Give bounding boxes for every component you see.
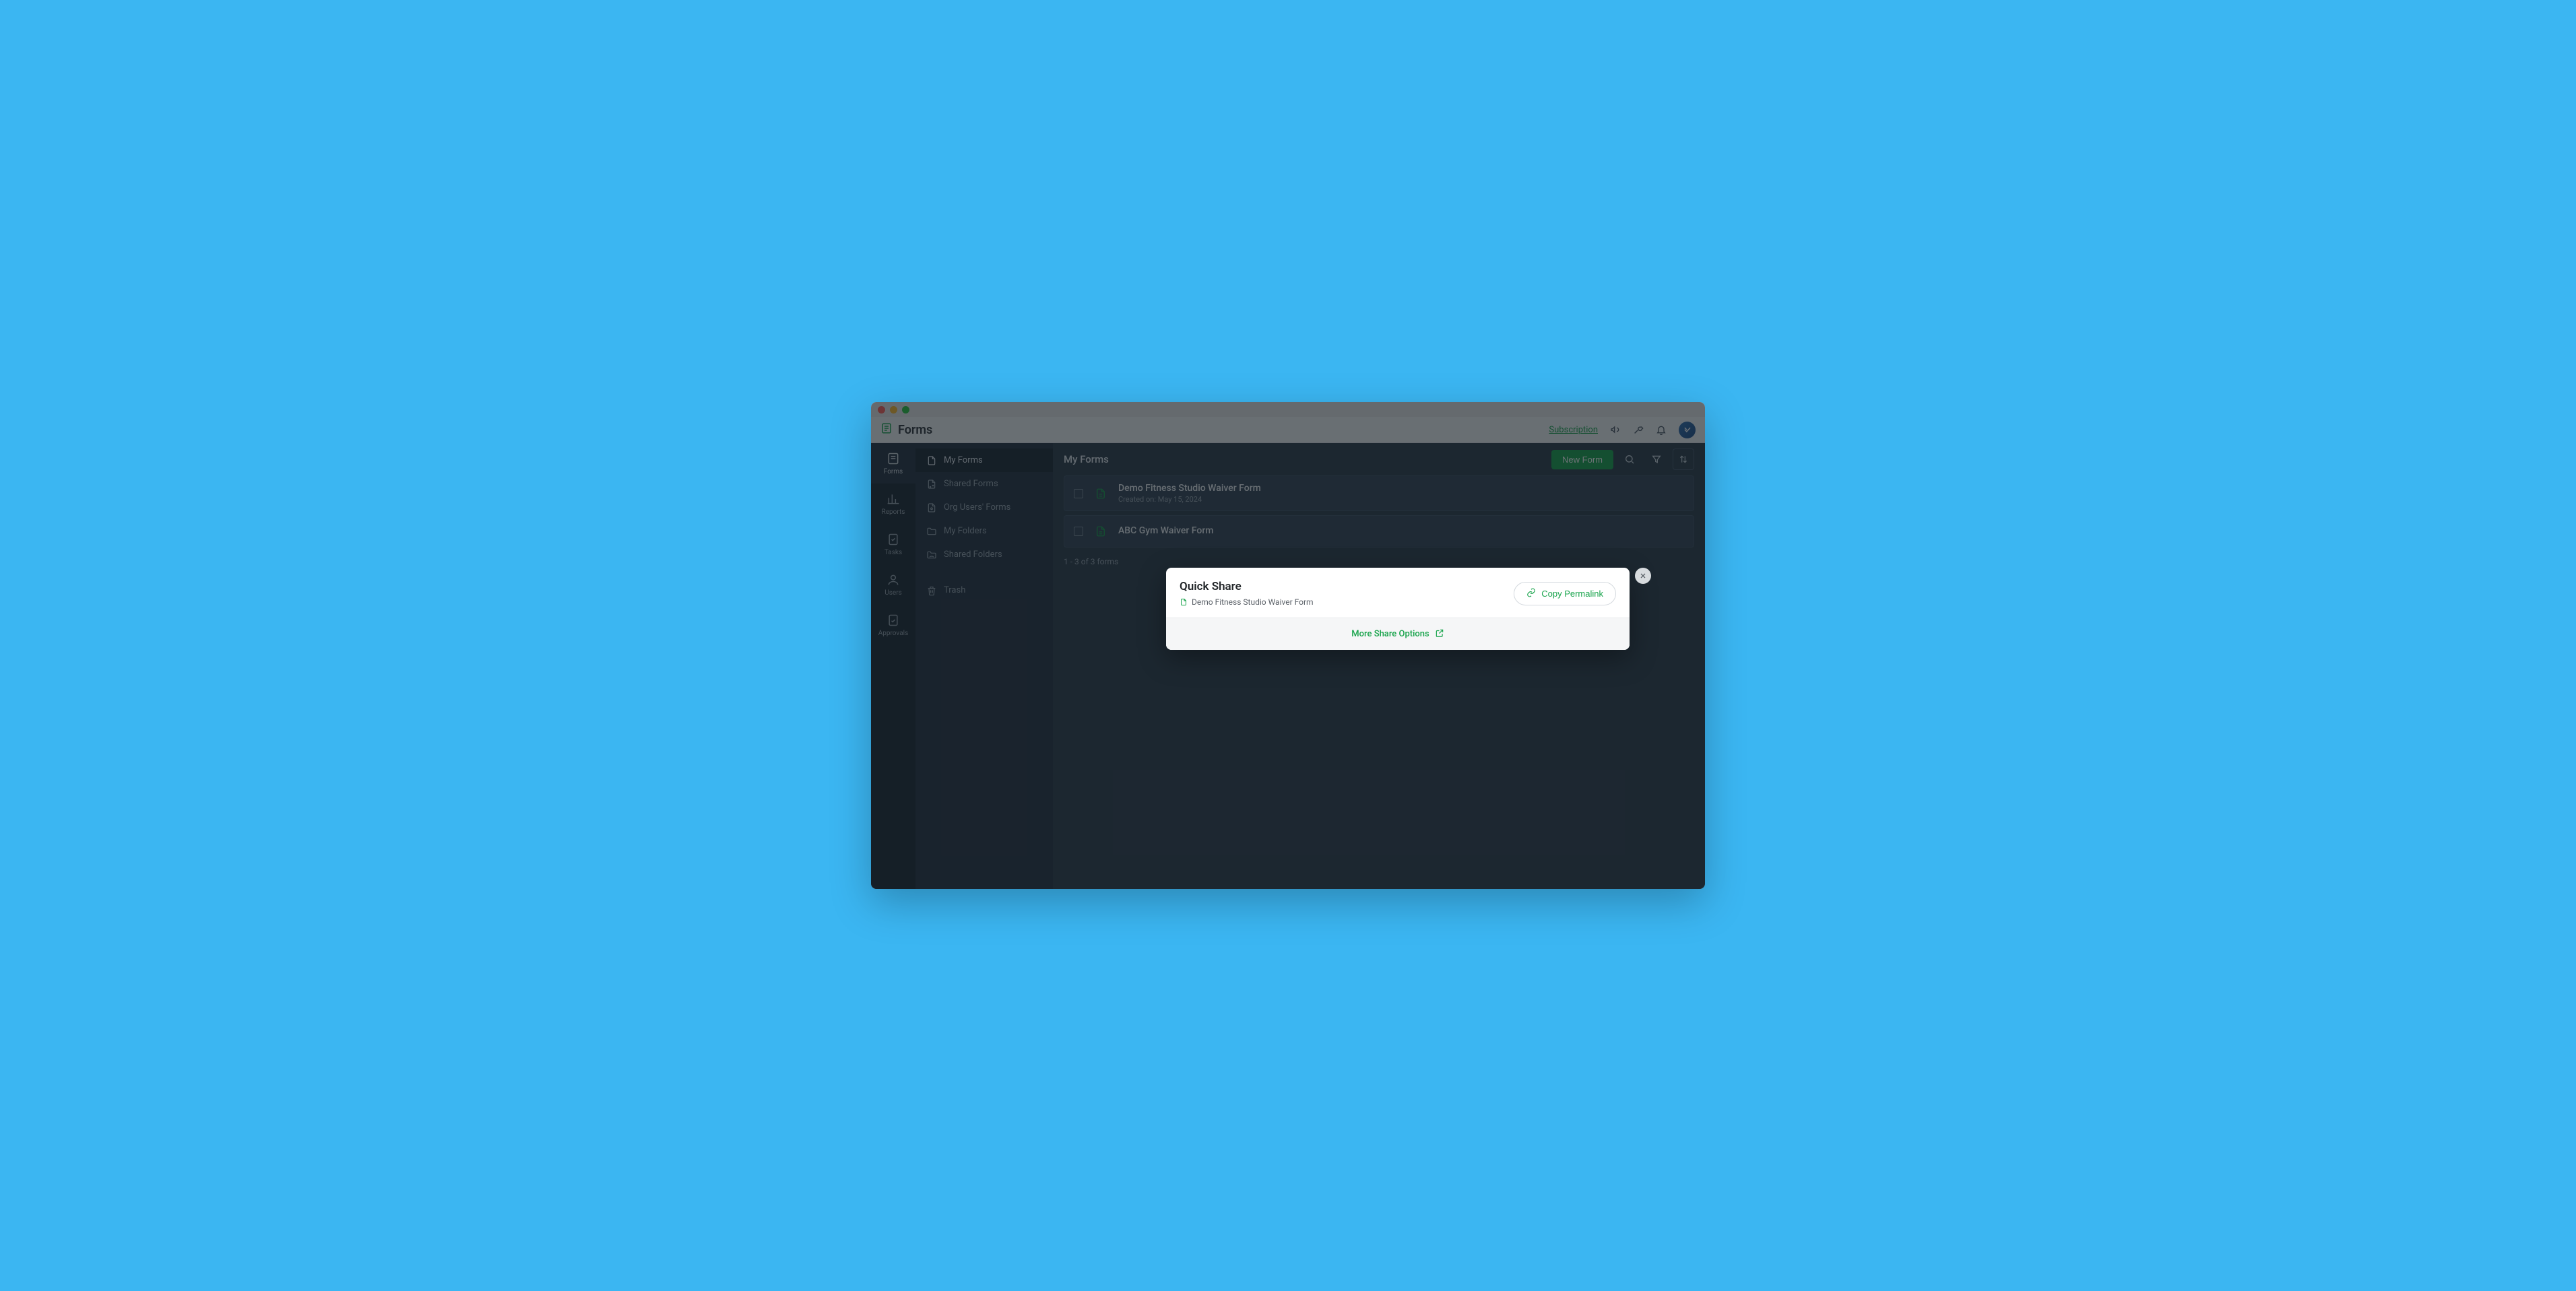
app-window: Forms Subscription Forms: [871, 402, 1705, 889]
more-share-options-button[interactable]: More Share Options: [1166, 618, 1630, 650]
quick-share-modal: Quick Share Demo Fitness Studio Waiver F…: [1166, 568, 1630, 650]
more-share-label: More Share Options: [1351, 629, 1429, 639]
copy-permalink-button[interactable]: Copy Permalink: [1514, 582, 1616, 605]
link-icon: [1526, 588, 1536, 599]
modal-form-name: Demo Fitness Studio Waiver Form: [1192, 597, 1314, 607]
modal-form-name-row: Demo Fitness Studio Waiver Form: [1180, 597, 1314, 607]
external-link-icon: [1435, 628, 1444, 640]
modal-title: Quick Share: [1180, 580, 1314, 593]
modal-close-button[interactable]: [1635, 568, 1651, 584]
modal-header: Quick Share Demo Fitness Studio Waiver F…: [1166, 568, 1630, 618]
modal-header-left: Quick Share Demo Fitness Studio Waiver F…: [1180, 580, 1314, 607]
copy-permalink-label: Copy Permalink: [1541, 589, 1603, 599]
quick-share-modal-wrap: Quick Share Demo Fitness Studio Waiver F…: [1166, 568, 1651, 650]
